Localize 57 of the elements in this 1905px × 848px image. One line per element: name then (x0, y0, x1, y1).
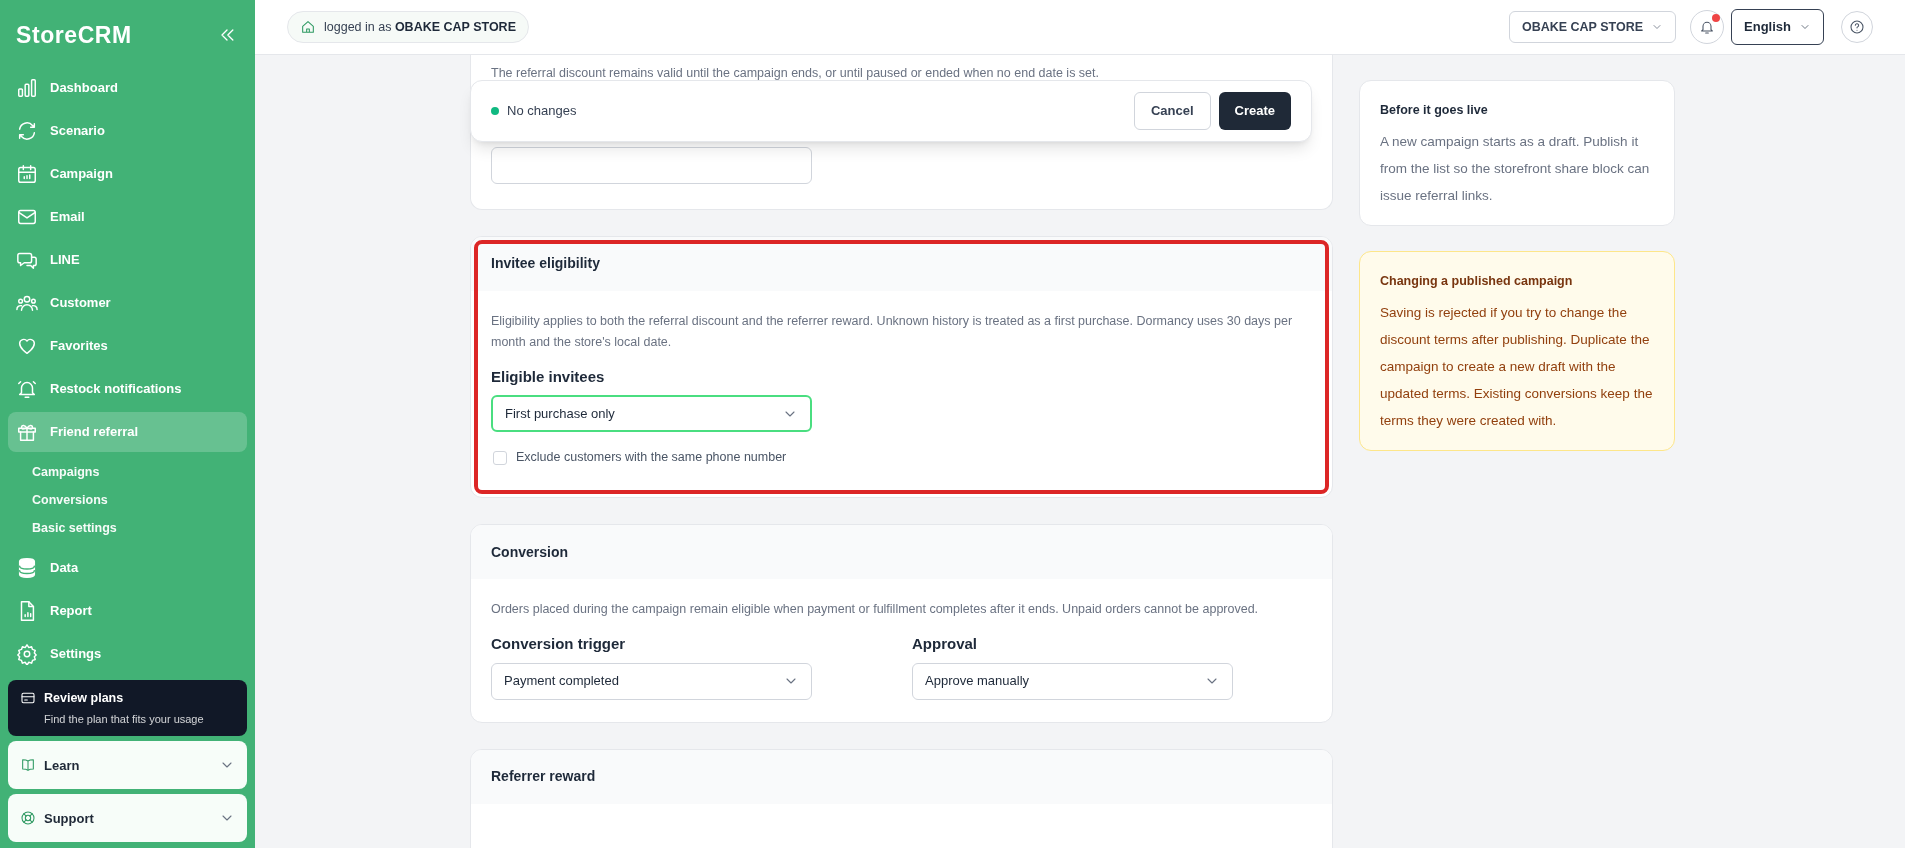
select-field[interactable]: Payment completed (491, 662, 812, 700)
nav-item[interactable]: Friend referral (8, 412, 247, 452)
lifebuoy-icon (20, 810, 36, 827)
usage-limit-input[interactable] (491, 146, 812, 184)
nav-item[interactable]: Data (8, 548, 247, 588)
bell-icon (16, 378, 38, 400)
nav-item[interactable]: Favorites (8, 326, 247, 366)
login-status-text: logged in as OBAKE CAP STORE (324, 18, 516, 36)
note-title: Changing a published campaign (1380, 272, 1574, 290)
save-status: No changes (507, 102, 577, 121)
note-title: Before it goes live (1380, 102, 1489, 119)
sub-nav-item[interactable]: Basic settings (32, 514, 247, 542)
checkbox[interactable] (493, 450, 507, 465)
plan-card[interactable]: Review plans Find the plan that fits your usage (8, 680, 247, 737)
section-description: Orders placed during the campaign remain eligible when payment or fulfillment completes after it ends. Unpaid orders cannot be approved. (491, 601, 1260, 618)
nav-item[interactable]: Campaign (8, 154, 247, 194)
select-field[interactable]: First purchase only (491, 395, 812, 433)
nav-item[interactable]: Restock notifications (8, 369, 247, 409)
nav-item[interactable]: Settings (8, 634, 247, 674)
section-title: Referrer reward (491, 767, 596, 786)
store-select[interactable]: OBAKE CAP STORE (1508, 11, 1677, 43)
nav-item[interactable]: Customer (8, 283, 247, 323)
bar-chart-icon (16, 77, 38, 99)
database-icon (16, 557, 38, 579)
select-field[interactable]: Approve manually (912, 662, 1233, 700)
nav-item[interactable]: Dashboard (8, 68, 247, 108)
field-label: Eligible invitees (491, 366, 606, 387)
note-text: Saving is rejected if you try to change the discount terms after publishing. Duplicate the campaign to create a new draft with the updated terms. Existing conversions keep the terms they were created with. (1380, 303, 1654, 430)
refresh-icon (16, 120, 38, 142)
helper-text: The referral discount remains valid until the campaign ends, or until paused or ended when no end date is set. (491, 65, 1100, 82)
checkbox-label: Exclude customers with the same phone number (516, 449, 787, 467)
settings-icon (16, 643, 38, 665)
book-icon (20, 757, 36, 774)
expandable-panel[interactable]: Learn (8, 741, 247, 790)
field-label: Conversion trigger (491, 634, 627, 654)
calendar-icon (16, 163, 38, 185)
nav-item[interactable]: Report (8, 591, 247, 631)
cancel-button[interactable]: Cancel (1133, 92, 1211, 130)
home-icon (300, 19, 316, 35)
plan-title: Review plans (44, 690, 124, 707)
nav-item[interactable]: Scenario (8, 111, 247, 151)
help-icon (1849, 19, 1865, 35)
section-title: Invitee eligibility (491, 254, 600, 274)
section-description: Eligibility applies to both the referral discount and the referrer reward. Unknown history is treated as a first purchase. Dormancy uses 30 days per month and the store's local date. (491, 312, 1294, 351)
create-button[interactable]: Create (1218, 92, 1291, 130)
plan-subtitle: Find the plan that fits your usage (43, 711, 205, 727)
field-label: Approval (912, 634, 978, 654)
section-title: Conversion (491, 542, 568, 562)
sub-nav-item[interactable]: Conversions (32, 486, 247, 514)
bell-icon (1699, 19, 1716, 35)
nav-item[interactable]: Email (8, 197, 247, 237)
sub-nav-item[interactable]: Campaigns (32, 458, 247, 486)
language-select[interactable]: English (1731, 9, 1824, 45)
brand-logo: StoreCRM (16, 20, 132, 50)
expandable-panel[interactable]: Support (8, 794, 247, 843)
note-text: A new campaign starts as a draft. Publish it from the list so the storefront share block can issue referral links. (1380, 132, 1651, 205)
nav-item[interactable]: LINE (8, 240, 247, 280)
